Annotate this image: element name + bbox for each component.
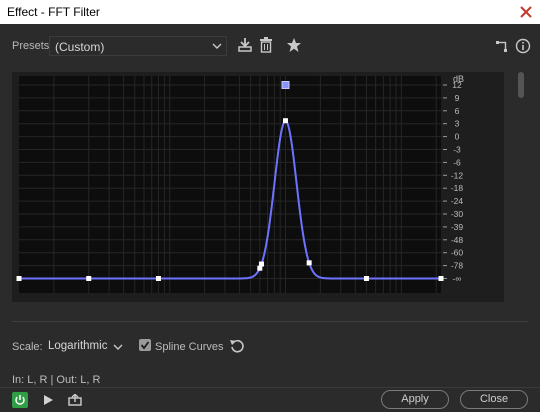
- checkmark-icon: [140, 341, 150, 350]
- db-tick-label: -48: [451, 235, 464, 245]
- db-tick-label: 6: [455, 106, 460, 116]
- close-icon: [520, 6, 532, 18]
- control-point[interactable]: [283, 118, 289, 124]
- db-tick-label: -12: [451, 170, 464, 180]
- close-button[interactable]: Close: [460, 390, 528, 409]
- control-point[interactable]: [155, 276, 161, 281]
- chevron-down-icon: [212, 43, 222, 49]
- power-icon: [15, 395, 25, 405]
- control-point[interactable]: [16, 276, 22, 281]
- db-tick-label: -6: [453, 157, 461, 167]
- presets-value: (Custom): [55, 40, 105, 54]
- title-bar: Effect - FFT Filter: [0, 0, 540, 24]
- vertical-scrollbar[interactable]: [518, 72, 524, 304]
- db-tick-label: 9: [455, 93, 460, 103]
- apply-button[interactable]: Apply: [381, 390, 449, 409]
- db-tick-label: -3: [453, 145, 461, 155]
- spline-curves-label: Spline Curves: [155, 341, 224, 353]
- scrollbar-thumb[interactable]: [518, 72, 524, 98]
- footer-divider: [0, 387, 540, 388]
- download-preset-icon[interactable]: [237, 37, 253, 53]
- spline-curves-checkbox[interactable]: [139, 339, 151, 351]
- db-tick-label: -78: [451, 261, 464, 271]
- star-icon[interactable]: [286, 37, 302, 53]
- control-point[interactable]: [438, 276, 444, 281]
- scale-label: Scale:: [12, 341, 43, 353]
- window-close-button[interactable]: [512, 0, 540, 24]
- control-point[interactable]: [306, 260, 312, 266]
- chevron-down-icon: [113, 344, 123, 350]
- db-tick-label: 0: [455, 132, 460, 142]
- db-tick-label: -39: [451, 222, 464, 232]
- db-unit-label: dB: [453, 74, 464, 84]
- reset-icon[interactable]: [229, 338, 245, 354]
- scale-value: Logarithmic: [48, 340, 108, 352]
- trash-icon[interactable]: [259, 37, 273, 53]
- db-tick-label: 3: [455, 119, 460, 129]
- scale-dropdown[interactable]: Logarithmic: [44, 337, 126, 357]
- db-tick-label: -∞: [453, 274, 462, 284]
- graph-plot-area[interactable]: [19, 76, 441, 293]
- db-tick-label: -24: [451, 196, 464, 206]
- window-title: Effect - FFT Filter: [7, 5, 100, 19]
- selected-control-point[interactable]: [281, 81, 290, 89]
- control-point[interactable]: [86, 276, 92, 281]
- control-point[interactable]: [258, 261, 264, 267]
- routing-icon[interactable]: [495, 39, 509, 53]
- loop-export-icon[interactable]: [68, 394, 82, 406]
- control-point[interactable]: [363, 276, 369, 281]
- db-tick-label: -30: [451, 209, 464, 219]
- db-tick-label: -60: [451, 248, 464, 258]
- db-tick-label: -18: [451, 183, 464, 193]
- divider: [12, 321, 528, 322]
- power-toggle-button[interactable]: [12, 392, 28, 408]
- presets-label: Presets:: [12, 40, 53, 52]
- fft-filter-graph[interactable]: Hz2030405060801002003004006008001k2k3k4k…: [12, 72, 504, 302]
- info-icon[interactable]: [515, 38, 531, 54]
- presets-dropdown[interactable]: (Custom): [49, 36, 227, 56]
- play-icon[interactable]: [42, 394, 54, 406]
- io-channels-text: In: L, R | Out: L, R: [12, 374, 101, 386]
